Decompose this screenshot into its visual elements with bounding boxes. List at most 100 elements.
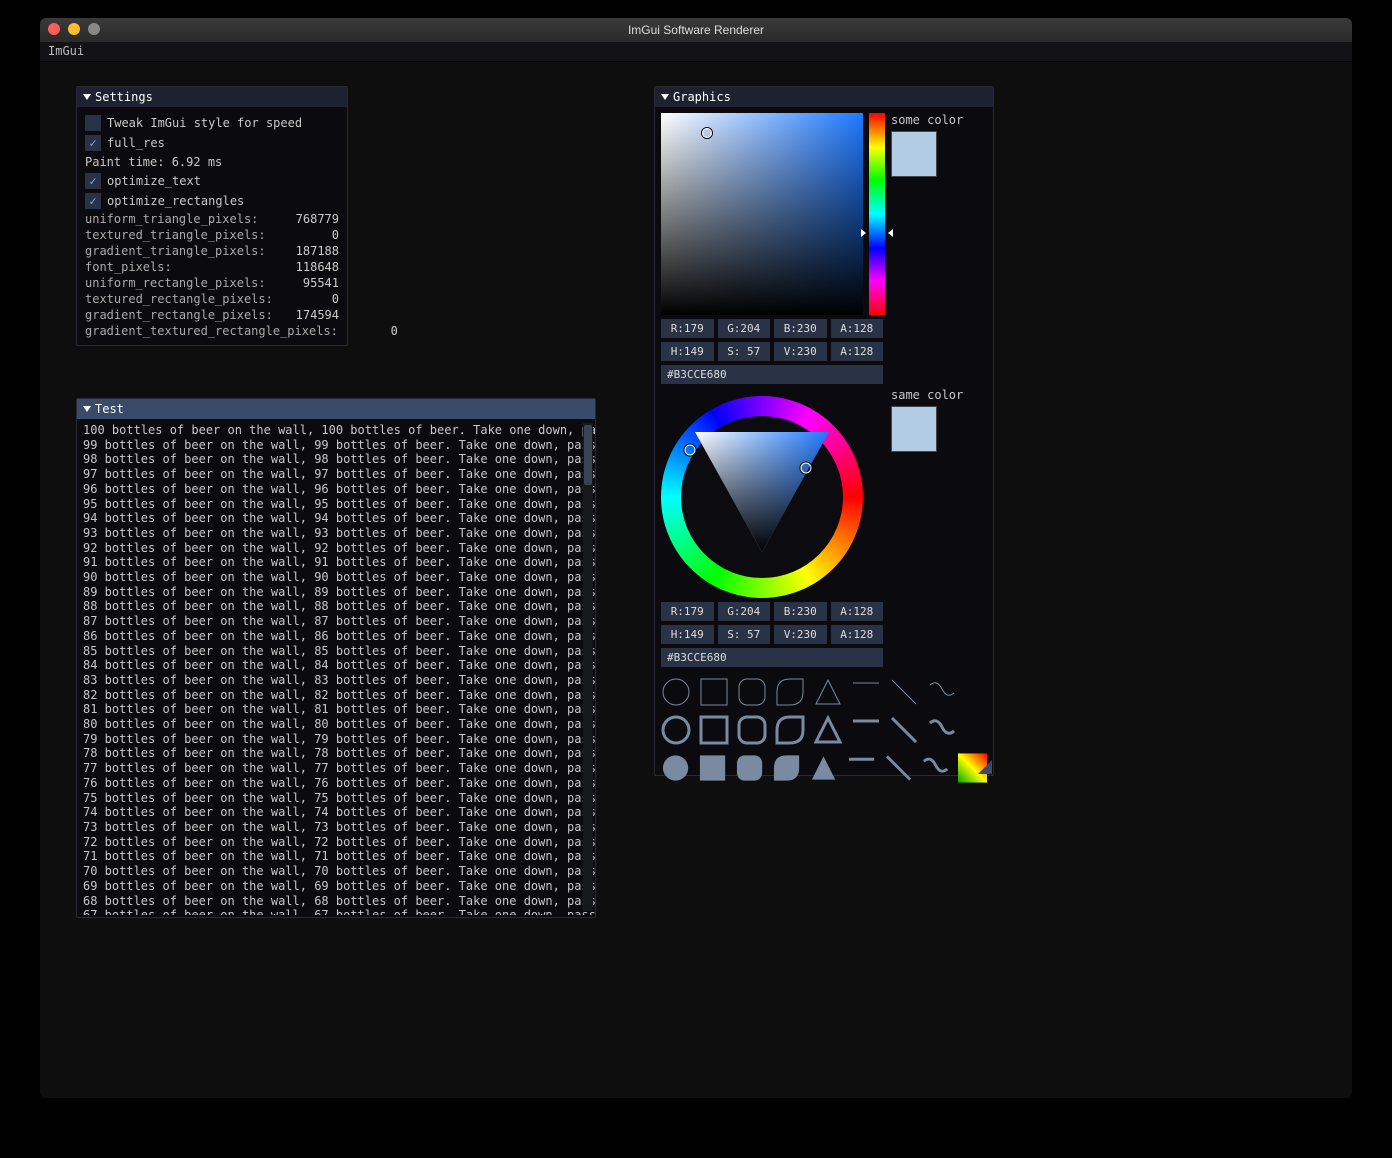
graphics-titlebar[interactable]: Graphics bbox=[655, 87, 993, 107]
checkbox-full-res-label: full_res bbox=[107, 136, 165, 150]
collapse-icon[interactable] bbox=[83, 406, 91, 412]
color1-hex[interactable]: #B3CCE680 bbox=[661, 365, 883, 384]
color2-g[interactable]: G:204 bbox=[718, 602, 771, 621]
square-icon bbox=[699, 677, 729, 707]
triangle-cursor[interactable] bbox=[801, 463, 812, 474]
test-line: 100 bottles of beer on the wall, 100 bot… bbox=[83, 423, 589, 438]
blob-icon bbox=[775, 715, 805, 745]
squiggle-icon bbox=[927, 677, 957, 707]
test-line: 69 bottles of beer on the wall, 69 bottl… bbox=[83, 879, 589, 894]
color2-label: same color bbox=[891, 388, 963, 402]
color1-s[interactable]: S: 57 bbox=[718, 342, 771, 361]
hue-cursor[interactable] bbox=[866, 232, 888, 234]
circle-icon bbox=[661, 753, 690, 783]
wheel-cursor[interactable] bbox=[685, 445, 696, 456]
color2-s[interactable]: S: 57 bbox=[718, 625, 771, 644]
color1-b[interactable]: B:230 bbox=[774, 319, 827, 338]
sv-cursor[interactable] bbox=[702, 128, 712, 138]
sv-triangle[interactable] bbox=[695, 432, 829, 552]
stat-row: gradient_triangle_pixels: 187188 bbox=[85, 243, 339, 259]
settings-titlebar[interactable]: Settings bbox=[77, 87, 347, 107]
stat-label: gradient_triangle_pixels: bbox=[85, 244, 266, 258]
color1-r[interactable]: R:179 bbox=[661, 319, 714, 338]
color2-a2[interactable]: A:128 bbox=[831, 625, 884, 644]
test-line: 95 bottles of beer on the wall, 95 bottl… bbox=[83, 497, 589, 512]
squiggle-icon bbox=[921, 753, 950, 783]
menu-item-imgui[interactable]: ImGui bbox=[48, 44, 84, 58]
blob-icon bbox=[772, 753, 801, 783]
blob-icon bbox=[775, 677, 805, 707]
test-scrollbar[interactable] bbox=[583, 423, 593, 911]
test-line: 74 bottles of beer on the wall, 74 bottl… bbox=[83, 805, 589, 820]
color1-a2[interactable]: A:128 bbox=[831, 342, 884, 361]
stat-row: uniform_rectangle_pixels:95541 bbox=[85, 275, 339, 291]
resize-grip[interactable] bbox=[978, 760, 992, 774]
stat-value: 187188 bbox=[279, 244, 339, 258]
stat-row: textured_triangle_pixels:0 bbox=[85, 227, 339, 243]
collapse-icon[interactable] bbox=[83, 94, 91, 100]
stat-value: 768779 bbox=[279, 212, 339, 226]
test-line: 94 bottles of beer on the wall, 94 bottl… bbox=[83, 511, 589, 526]
test-line: 81 bottles of beer on the wall, 81 bottl… bbox=[83, 702, 589, 717]
shape-row bbox=[661, 751, 987, 785]
zoom-icon[interactable] bbox=[88, 23, 100, 35]
test-window[interactable]: Test 100 bottles of beer on the wall, 10… bbox=[76, 398, 596, 918]
color2-b[interactable]: B:230 bbox=[774, 602, 827, 621]
app-window: ImGui Software Renderer ImGui Settings T… bbox=[40, 18, 1352, 1098]
test-scrollbar-thumb[interactable] bbox=[584, 425, 592, 485]
color2-swatch[interactable] bbox=[891, 406, 937, 452]
checkbox-full-res[interactable] bbox=[85, 135, 101, 151]
test-line: 68 bottles of beer on the wall, 68 bottl… bbox=[83, 894, 589, 909]
color1-h[interactable]: H:149 bbox=[661, 342, 714, 361]
test-line: 79 bottles of beer on the wall, 79 bottl… bbox=[83, 732, 589, 747]
circle-icon bbox=[661, 715, 691, 745]
stat-label: uniform_triangle_pixels: bbox=[85, 212, 258, 226]
sv-picker[interactable] bbox=[661, 113, 863, 315]
settings-window[interactable]: Settings Tweak ImGui style for speed ful… bbox=[76, 86, 348, 346]
test-line: 92 bottles of beer on the wall, 92 bottl… bbox=[83, 541, 589, 556]
rounded-square-icon bbox=[737, 715, 767, 745]
checkbox-tweak-style[interactable] bbox=[85, 115, 101, 131]
hline-icon bbox=[847, 753, 876, 783]
hue-slider[interactable] bbox=[869, 113, 885, 315]
test-title: Test bbox=[95, 402, 124, 416]
stat-label: gradient_textured_rectangle_pixels: bbox=[85, 324, 338, 338]
color1-g[interactable]: G:204 bbox=[718, 319, 771, 338]
color2-r[interactable]: R:179 bbox=[661, 602, 714, 621]
test-titlebar[interactable]: Test bbox=[77, 399, 595, 419]
diag-line-icon bbox=[889, 677, 919, 707]
checkbox-optimize-rectangles-label: optimize_rectangles bbox=[107, 194, 244, 208]
test-line: 82 bottles of beer on the wall, 82 bottl… bbox=[83, 688, 589, 703]
color2-h[interactable]: H:149 bbox=[661, 625, 714, 644]
checkbox-optimize-text[interactable] bbox=[85, 173, 101, 189]
test-body: 100 bottles of beer on the wall, 100 bot… bbox=[77, 419, 595, 915]
color1-v[interactable]: V:230 bbox=[774, 342, 827, 361]
color2-a[interactable]: A:128 bbox=[831, 602, 884, 621]
hline-icon bbox=[851, 677, 881, 707]
paint-time-label: Paint time: 6.92 ms bbox=[85, 155, 222, 169]
color1-label: some color bbox=[891, 113, 963, 127]
hue-wheel[interactable] bbox=[661, 396, 863, 598]
color2-hex[interactable]: #B3CCE680 bbox=[661, 648, 883, 667]
checkbox-optimize-rectangles[interactable] bbox=[85, 193, 101, 209]
shape-row bbox=[661, 713, 987, 747]
close-icon[interactable] bbox=[48, 23, 60, 35]
test-line: 77 bottles of beer on the wall, 77 bottl… bbox=[83, 761, 589, 776]
color2-v[interactable]: V:230 bbox=[774, 625, 827, 644]
test-line: 97 bottles of beer on the wall, 97 bottl… bbox=[83, 467, 589, 482]
graphics-window[interactable]: Graphics some color R: bbox=[654, 86, 994, 776]
rounded-square-icon bbox=[737, 677, 767, 707]
collapse-icon[interactable] bbox=[661, 94, 669, 100]
stat-row: uniform_triangle_pixels: 768779 bbox=[85, 211, 339, 227]
color1-a[interactable]: A:128 bbox=[831, 319, 884, 338]
stat-value: 0 bbox=[338, 324, 398, 338]
titlebar[interactable]: ImGui Software Renderer bbox=[40, 18, 1352, 42]
color1-swatch[interactable] bbox=[891, 131, 937, 177]
triangle-icon bbox=[809, 753, 838, 783]
circle-icon bbox=[661, 677, 691, 707]
graphics-title: Graphics bbox=[673, 90, 731, 104]
minimize-icon[interactable] bbox=[68, 23, 80, 35]
settings-body: Tweak ImGui style for speed full_res Pai… bbox=[77, 107, 347, 345]
hline-icon bbox=[851, 715, 881, 745]
stat-row: font_pixels:118648 bbox=[85, 259, 339, 275]
